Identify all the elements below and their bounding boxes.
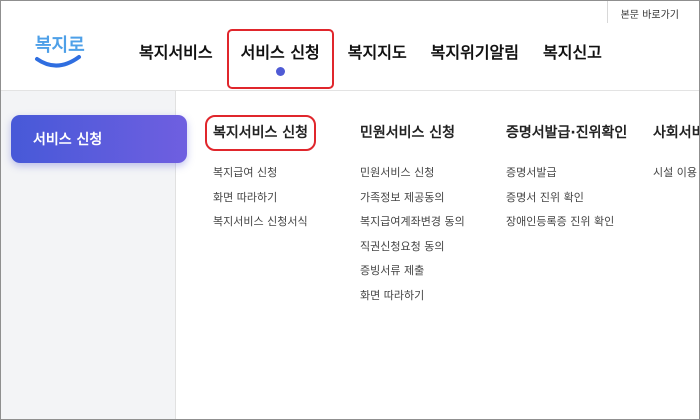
menu-column-welfare-apply: 복지서비스 신청 복지급여 신청 화면 따라하기 복지서비스 신청서식 bbox=[204, 115, 317, 235]
sidebar-tab-service-apply[interactable]: 서비스 신청 bbox=[11, 115, 187, 163]
menu-link[interactable]: 증빙서류 제출 bbox=[360, 259, 465, 284]
nav-service-apply[interactable]: 서비스 신청 bbox=[226, 29, 334, 89]
menu-link[interactable]: 복지급여계좌변경 동의 bbox=[360, 210, 465, 235]
skip-divider bbox=[607, 1, 608, 23]
site-logo[interactable]: 복지로 bbox=[29, 29, 87, 73]
menu-link[interactable]: 가족정보 제공동의 bbox=[360, 186, 465, 211]
menu-link[interactable]: 화면 따라하기 bbox=[213, 186, 308, 211]
menu-column-civil-apply: 민원서비스 신청 민원서비스 신청 가족정보 제공동의 복지급여계좌변경 동의 … bbox=[360, 123, 465, 308]
nav-welfare-report[interactable]: 복지신고 bbox=[531, 31, 614, 63]
nav-welfare-service[interactable]: 복지서비스 bbox=[127, 31, 225, 63]
menu-link[interactable]: 직권신청요청 동의 bbox=[360, 235, 465, 260]
menu-link[interactable]: 민원서비스 신청 bbox=[360, 161, 465, 186]
active-indicator-dot bbox=[276, 67, 286, 76]
menu-link[interactable]: 증명서발급 bbox=[506, 161, 627, 186]
menu-link[interactable]: 복지급여 신청 bbox=[213, 161, 308, 186]
menu-column-title[interactable]: 사회서비 bbox=[653, 123, 699, 143]
menu-link[interactable]: 화면 따라하기 bbox=[360, 284, 465, 309]
menu-column-title[interactable]: 증명서발급·진위확인 bbox=[506, 123, 627, 143]
skip-to-content-link[interactable]: 본문 바로가기 bbox=[621, 6, 679, 21]
menu-column-certificate: 증명서발급·진위확인 증명서발급 증명서 진위 확인 장애인등록증 진위 확인 bbox=[506, 123, 627, 235]
nav-welfare-map[interactable]: 복지지도 bbox=[336, 31, 419, 63]
menu-link[interactable]: 시설 이용 bbox=[653, 161, 699, 186]
menu-column-social-service: 사회서비 시설 이용 bbox=[653, 123, 699, 186]
nav-service-apply-label: 서비스 신청 bbox=[240, 43, 320, 62]
mega-menu-sidebar: 서비스 신청 bbox=[1, 91, 187, 419]
menu-link[interactable]: 증명서 진위 확인 bbox=[506, 186, 627, 211]
menu-link[interactable]: 복지서비스 신청서식 bbox=[213, 210, 308, 235]
menu-column-title[interactable]: 민원서비스 신청 bbox=[360, 123, 465, 143]
nav-welfare-crisis-alert[interactable]: 복지위기알림 bbox=[419, 31, 531, 63]
app-window: 본문 바로가기 복지로 복지서비스 서비스 신청 복지지도 복지위기알림 복지신… bbox=[0, 0, 700, 420]
site-header: 본문 바로가기 복지로 복지서비스 서비스 신청 복지지도 복지위기알림 복지신… bbox=[1, 1, 699, 91]
menu-column-title[interactable]: 복지서비스 신청 bbox=[204, 115, 317, 151]
main-nav: 복지서비스 서비스 신청 복지지도 복지위기알림 복지신고 bbox=[127, 29, 614, 89]
logo-wordmark: 복지로 bbox=[35, 35, 85, 56]
menu-link[interactable]: 장애인등록증 진위 확인 bbox=[506, 210, 627, 235]
bokjiro-logo-icon: 복지로 bbox=[35, 35, 85, 68]
